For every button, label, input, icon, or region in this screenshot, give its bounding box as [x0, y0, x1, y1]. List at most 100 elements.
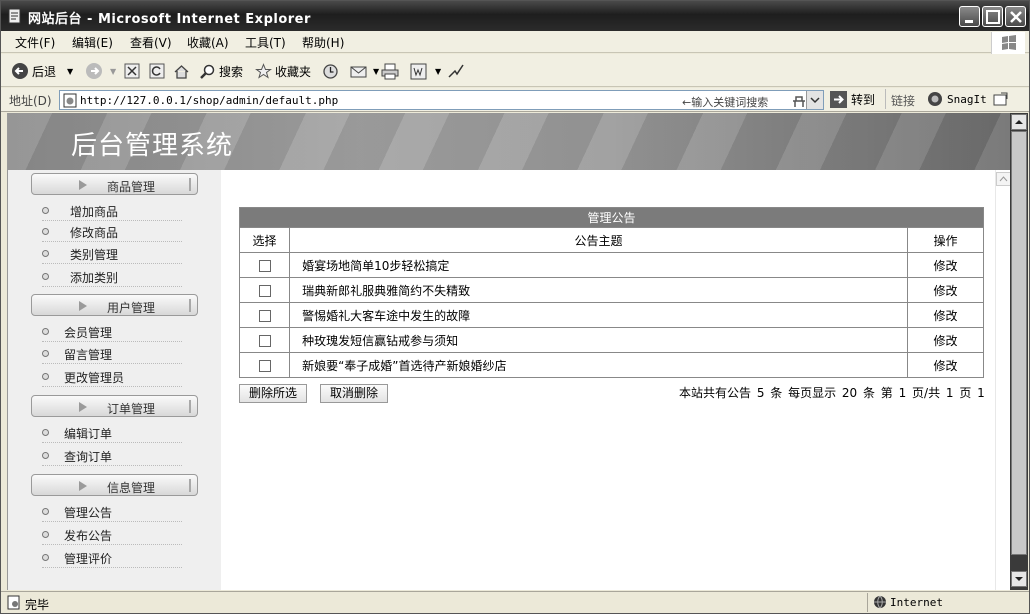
maximize-button[interactable] [982, 6, 1003, 27]
table-row: 新娘要“奉子成婚”首选待产新娘婚纱店 修改 [238, 352, 985, 378]
search-label: 搜索 [219, 64, 244, 79]
snagit-button[interactable]: SnagIt [927, 91, 987, 107]
messenger-button[interactable] [447, 61, 465, 81]
inner-scrollbar[interactable] [995, 170, 1010, 590]
col-select-header: 选择 [238, 227, 291, 253]
col-subject-header: 公告主题 [289, 227, 908, 253]
nav-add-category[interactable]: 添加类别 [42, 267, 182, 287]
cancel-delete-button[interactable]: 取消删除 [320, 384, 388, 403]
menu-tools[interactable]: 工具(T) [245, 34, 286, 51]
nav-manage-notice[interactable]: 管理公告 [42, 502, 182, 522]
nav-edit-goods[interactable]: 修改商品 [42, 222, 182, 242]
edit-link[interactable]: 修改 [906, 277, 985, 303]
title-bar[interactable]: 网站后台 - Microsoft Internet Explorer [1, 1, 1029, 31]
section-orders[interactable]: 订单管理 [31, 395, 198, 417]
scroll-thumb[interactable] [1011, 131, 1027, 555]
bullet-icon [42, 328, 49, 335]
edit-link[interactable]: 修改 [906, 327, 985, 353]
scroll-up-button[interactable] [1011, 114, 1027, 130]
favorites-button[interactable]: 收藏夹 [255, 61, 311, 81]
browser-scrollbar[interactable] [1010, 113, 1028, 590]
nav-change-admin[interactable]: 更改管理员 [42, 367, 182, 387]
nav-edit-order[interactable]: 编辑订单 [42, 423, 182, 443]
delete-selected-button[interactable]: 删除所选 [239, 384, 307, 403]
menu-bar: 文件(F) 编辑(E) 查看(V) 收藏(A) 工具(T) 帮助(H) [1, 31, 1029, 54]
edit-dropdown-icon[interactable]: ▼ [435, 67, 441, 76]
nav-publish-notice[interactable]: 发布公告 [42, 525, 182, 545]
forward-dropdown-icon[interactable]: ▼ [110, 67, 116, 76]
forward-button[interactable]: ▼ [85, 61, 116, 81]
table-caption: 管理公告 [239, 207, 984, 228]
close-button[interactable] [1005, 6, 1026, 27]
menu-help[interactable]: 帮助(H) [302, 34, 344, 51]
page-viewport: 后台管理系统 商品管理 增加商品 修改商品 类别管理 添加类别 用户管理 会员管… [7, 113, 1010, 590]
section-edge [189, 479, 191, 492]
nav-label: 编辑订单 [64, 427, 113, 441]
section-edge [189, 400, 191, 413]
nav-query-order[interactable]: 查询订单 [42, 446, 182, 466]
row-checkbox[interactable] [258, 359, 271, 372]
snagit-window-icon[interactable] [993, 92, 1009, 107]
bullet-icon [42, 207, 49, 214]
nav-category-manage[interactable]: 类别管理 [42, 244, 182, 264]
status-bar: 完毕 Internet [1, 591, 1029, 613]
row-checkbox[interactable] [258, 334, 271, 347]
section-goods[interactable]: 商品管理 [31, 173, 198, 195]
snagit-label: SnagIt [947, 92, 987, 106]
section-users[interactable]: 用户管理 [31, 294, 198, 316]
menu-view[interactable]: 查看(V) [130, 34, 172, 51]
bullet-icon [42, 373, 49, 380]
mail-button[interactable]: ▼ [350, 61, 379, 81]
edit-link[interactable]: 修改 [906, 352, 985, 378]
menu-edit[interactable]: 编辑(E) [72, 34, 113, 51]
menu-favorites[interactable]: 收藏(A) [187, 34, 229, 51]
menu-file[interactable]: 文件(F) [15, 34, 55, 51]
back-dropdown-icon[interactable]: ▼ [67, 67, 73, 76]
print-button[interactable] [381, 61, 399, 81]
triangle-right-icon [79, 301, 87, 311]
stop-button[interactable] [124, 61, 140, 81]
row-checkbox[interactable] [258, 259, 271, 272]
back-button[interactable]: 后退 ▼ [11, 61, 73, 81]
nav-message-manage[interactable]: 留言管理 [42, 344, 182, 364]
mail-dropdown-icon[interactable]: ▼ [373, 67, 379, 76]
home-button[interactable] [173, 61, 190, 81]
bullet-icon [42, 554, 49, 561]
table-row: 警惕婚礼大客车途中发生的故障 修改 [238, 302, 985, 328]
pagination-info: 本站共有公告 5 条 每页显示 20 条 第 1 页/共 1 页 1 [679, 386, 985, 400]
go-button[interactable]: 转到 [830, 91, 875, 108]
history-icon [323, 63, 338, 79]
edit-button[interactable]: ▼ [410, 61, 441, 81]
window-title: 网站后台 - Microsoft Internet Explorer [28, 12, 311, 27]
search-button[interactable]: 搜索 [199, 61, 243, 81]
nav-label: 管理公告 [64, 506, 113, 520]
notice-subject[interactable]: 种玫瑰发短信赢钻戒参与须知 [289, 327, 908, 353]
mail-icon [350, 66, 367, 77]
banner: 后台管理系统 [8, 113, 1010, 170]
row-checkbox[interactable] [258, 284, 271, 297]
section-info[interactable]: 信息管理 [31, 474, 198, 496]
notice-subject[interactable]: 婚宴场地简单10步轻松搞定 [289, 252, 908, 278]
history-button[interactable] [322, 61, 339, 81]
nav-member-manage[interactable]: 会员管理 [42, 322, 182, 342]
links-label[interactable]: 链接 [891, 92, 915, 109]
search-assist-icon[interactable] [792, 93, 806, 108]
notice-subject[interactable]: 警惕婚礼大客车途中发生的故障 [289, 302, 908, 328]
sidebar: 商品管理 增加商品 修改商品 类别管理 添加类别 用户管理 会员管理 留言管理 … [8, 170, 221, 590]
windows-logo-icon [991, 32, 1025, 54]
scroll-down-button[interactable] [1011, 571, 1027, 587]
refresh-button[interactable] [149, 61, 165, 81]
nav-add-goods[interactable]: 增加商品 [42, 201, 182, 221]
edit-link[interactable]: 修改 [906, 302, 985, 328]
nav-manage-reviews[interactable]: 管理评价 [42, 548, 182, 568]
notice-subject[interactable]: 瑞典新郎礼服典雅简约不失精致 [289, 277, 908, 303]
edit-link[interactable]: 修改 [906, 252, 985, 278]
scroll-up-icon[interactable] [996, 172, 1010, 186]
notice-subject[interactable]: 新娘要“奉子成婚”首选待产新娘婚纱店 [289, 352, 908, 378]
row-checkbox[interactable] [258, 309, 271, 322]
address-input[interactable]: http://127.0.0.1/shop/admin/default.php … [59, 90, 824, 110]
toolbar: 后退 ▼ ▼ 搜索 收藏夹 ▼ ▼ [1, 54, 1029, 87]
minimize-button[interactable] [959, 6, 980, 27]
address-dropdown-icon[interactable] [806, 91, 823, 109]
notice-table: 管理公告 选择 公告主题 操作 婚宴场地简单10步轻松搞定 修改 瑞典新郎礼服典… [238, 207, 985, 378]
